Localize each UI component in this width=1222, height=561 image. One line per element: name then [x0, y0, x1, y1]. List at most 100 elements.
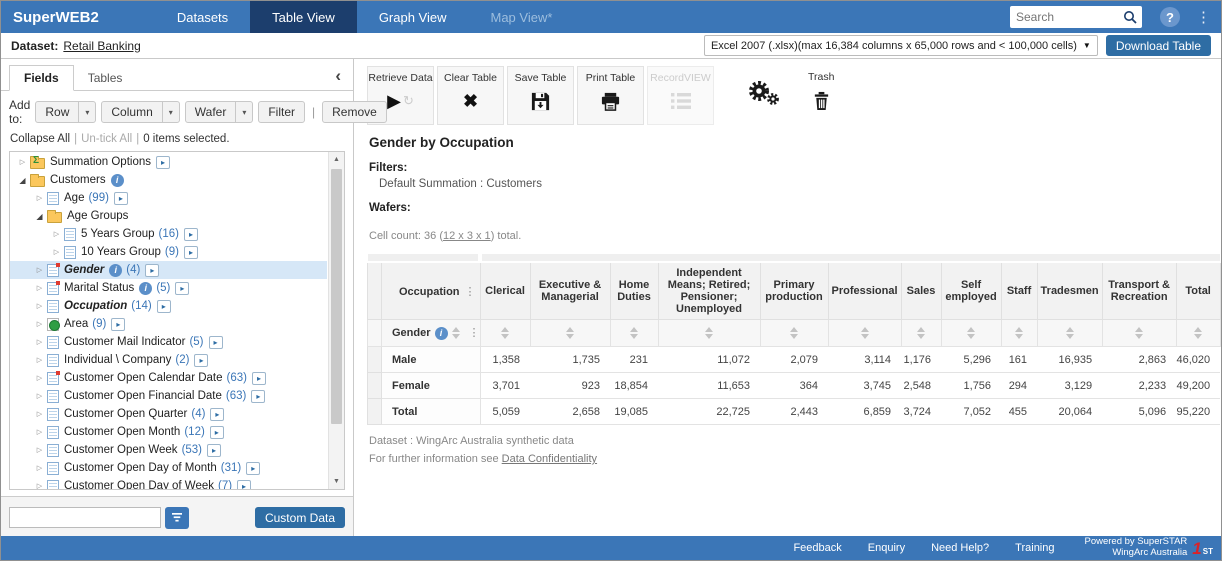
- tree-item-customers[interactable]: ◢Customersi: [10, 171, 327, 189]
- table-options-button[interactable]: [745, 66, 783, 125]
- field-filter-input[interactable]: [9, 507, 161, 528]
- nav-graph-view[interactable]: Graph View: [357, 1, 469, 33]
- expand-node-icon[interactable]: ▷: [32, 284, 47, 292]
- search-box[interactable]: [1010, 6, 1142, 28]
- footer-link-training[interactable]: Training: [1015, 542, 1054, 554]
- quick-add-arrow-icon[interactable]: ▸: [157, 300, 171, 313]
- sort-toggle-icon[interactable]: [501, 327, 509, 339]
- sort-toggle-icon[interactable]: [630, 327, 638, 339]
- tree-item-customer-open-quarter[interactable]: ▷Customer Open Quarter(4)▸: [10, 405, 327, 423]
- tree-item-customer-open-day-of-week[interactable]: ▷Customer Open Day of Week(7)▸: [10, 477, 327, 489]
- quick-add-arrow-icon[interactable]: ▸: [111, 318, 125, 331]
- add-to-filter-button[interactable]: Filter: [258, 101, 305, 123]
- toolbar-save-table-button[interactable]: Save Table: [507, 66, 574, 125]
- quick-add-arrow-icon[interactable]: ▸: [210, 426, 224, 439]
- expand-node-icon[interactable]: ▷: [32, 410, 47, 418]
- quick-add-arrow-icon[interactable]: ▸: [184, 246, 198, 259]
- quick-add-arrow-icon[interactable]: ▸: [184, 228, 198, 241]
- quick-add-arrow-icon[interactable]: ▸: [246, 462, 260, 475]
- filter-fields-button[interactable]: [165, 507, 189, 529]
- column-header-tradesmen[interactable]: Tradesmen: [1037, 262, 1102, 320]
- expand-node-icon[interactable]: ▷: [32, 302, 47, 310]
- expand-node-icon[interactable]: ▷: [32, 320, 47, 328]
- info-icon[interactable]: i: [109, 264, 122, 277]
- expand-node-icon[interactable]: ▷: [32, 194, 47, 202]
- expand-node-icon[interactable]: ▷: [32, 482, 47, 489]
- download-table-button[interactable]: Download Table: [1106, 35, 1211, 56]
- tree-item-summation-options[interactable]: ▷ΣSummation Options▸: [10, 153, 327, 171]
- column-header-executive-managerial[interactable]: Executive & Managerial: [530, 262, 610, 320]
- tree-item-marital-status[interactable]: ▷Marital Statusi(5)▸: [10, 279, 327, 297]
- chevron-down-icon[interactable]: ▾: [78, 102, 95, 122]
- scroll-up-icon[interactable]: ▲: [329, 152, 344, 167]
- quick-add-arrow-icon[interactable]: ▸: [210, 408, 224, 421]
- quick-add-arrow-icon[interactable]: ▸: [156, 156, 170, 169]
- quick-add-arrow-icon[interactable]: ▸: [194, 354, 208, 367]
- sort-toggle-icon[interactable]: [1194, 327, 1202, 339]
- expand-node-icon[interactable]: ▷: [32, 266, 47, 274]
- toolbar-clear-table-button[interactable]: Clear Table✖: [437, 66, 504, 125]
- tree-item-customer-open-financial-date[interactable]: ▷Customer Open Financial Date(63)▸: [10, 387, 327, 405]
- column-header-primary-production[interactable]: Primary production: [760, 262, 828, 320]
- info-icon[interactable]: i: [139, 282, 152, 295]
- tab-fields[interactable]: Fields: [9, 65, 74, 91]
- quick-add-arrow-icon[interactable]: ▸: [114, 192, 128, 205]
- kebab-menu-icon[interactable]: ⋮: [465, 286, 476, 298]
- tree-item-customer-mail-indicator[interactable]: ▷Customer Mail Indicator(5)▸: [10, 333, 327, 351]
- quick-add-arrow-icon[interactable]: ▸: [251, 390, 265, 403]
- column-header-sales[interactable]: Sales: [901, 262, 941, 320]
- sort-toggle-icon[interactable]: [705, 327, 713, 339]
- quick-add-arrow-icon[interactable]: ▸: [145, 264, 159, 277]
- sort-toggle-icon[interactable]: [1066, 327, 1074, 339]
- expand-node-icon[interactable]: ▷: [32, 392, 47, 400]
- collapse-panel-icon[interactable]: ‹: [335, 67, 341, 84]
- tree-item-10-years-group[interactable]: ▷10 Years Group(9)▸: [10, 243, 327, 261]
- tree-item-individual-company[interactable]: ▷Individual \ Company(2)▸: [10, 351, 327, 369]
- add-to-column-button[interactable]: Column▾: [101, 101, 179, 123]
- sort-toggle-icon[interactable]: [861, 327, 869, 339]
- expand-node-icon[interactable]: ▷: [32, 338, 47, 346]
- tree-item-area[interactable]: ▷Area(9)▸: [10, 315, 327, 333]
- column-header-transport-recreation[interactable]: Transport & Recreation: [1102, 262, 1176, 320]
- column-header-total[interactable]: Total: [1176, 262, 1220, 320]
- sort-toggle-icon[interactable]: [967, 327, 975, 339]
- search-input[interactable]: [1010, 10, 1123, 24]
- dataset-name-link[interactable]: Retail Banking: [63, 39, 140, 53]
- info-icon[interactable]: i: [111, 174, 124, 187]
- column-header-staff[interactable]: Staff: [1001, 262, 1037, 320]
- tree-item-customer-open-month[interactable]: ▷Customer Open Month(12)▸: [10, 423, 327, 441]
- data-confidentiality-link[interactable]: Data Confidentiality: [502, 453, 597, 465]
- column-header-independent-means-retired-pensioner-unemployed[interactable]: Independent Means; Retired; Pensioner; U…: [658, 262, 760, 320]
- collapse-node-icon[interactable]: ◢: [15, 176, 30, 185]
- info-icon[interactable]: i: [435, 327, 448, 340]
- kebab-menu-icon[interactable]: ⋮: [469, 327, 480, 339]
- nav-map-view[interactable]: Map View*: [469, 1, 575, 33]
- tree-item-age[interactable]: ▷Age(99)▸: [10, 189, 327, 207]
- quick-add-arrow-icon[interactable]: ▸: [252, 372, 266, 385]
- export-format-select[interactable]: Excel 2007 (.xlsx)(max 16,384 columns x …: [704, 35, 1098, 56]
- quick-add-arrow-icon[interactable]: ▸: [209, 336, 223, 349]
- sort-toggle-icon[interactable]: [790, 327, 798, 339]
- expand-node-icon[interactable]: ▷: [32, 356, 47, 364]
- nav-datasets[interactable]: Datasets: [155, 1, 250, 33]
- column-header-self-employed[interactable]: Self employed: [941, 262, 1001, 320]
- tree-item-customer-open-day-of-month[interactable]: ▷Customer Open Day of Month(31)▸: [10, 459, 327, 477]
- column-header-professional[interactable]: Professional: [828, 262, 901, 320]
- quick-add-arrow-icon[interactable]: ▸: [207, 444, 221, 457]
- toolbar-print-table-button[interactable]: Print Table: [577, 66, 644, 125]
- nav-table-view[interactable]: Table View: [250, 1, 357, 33]
- expand-node-icon[interactable]: ▷: [49, 230, 64, 238]
- sort-toggle-icon[interactable]: [452, 327, 460, 339]
- trash-button[interactable]: Trash: [808, 66, 834, 125]
- cell-count-link[interactable]: 12 x 3 x 1: [443, 230, 491, 242]
- expand-node-icon[interactable]: ▷: [49, 248, 64, 256]
- column-dimension-header[interactable]: Occupation⋮: [382, 262, 481, 320]
- tree-item-5-years-group[interactable]: ▷5 Years Group(16)▸: [10, 225, 327, 243]
- custom-data-button[interactable]: Custom Data: [255, 507, 345, 528]
- footer-link-feedback[interactable]: Feedback: [793, 542, 841, 554]
- quick-add-arrow-icon[interactable]: ▸: [175, 282, 189, 295]
- scrollbar-thumb[interactable]: [331, 169, 342, 424]
- row-header-grab[interactable]: [368, 254, 481, 262]
- quick-add-arrow-icon[interactable]: ▸: [237, 480, 251, 490]
- kebab-menu-icon[interactable]: ⋮: [1196, 8, 1211, 26]
